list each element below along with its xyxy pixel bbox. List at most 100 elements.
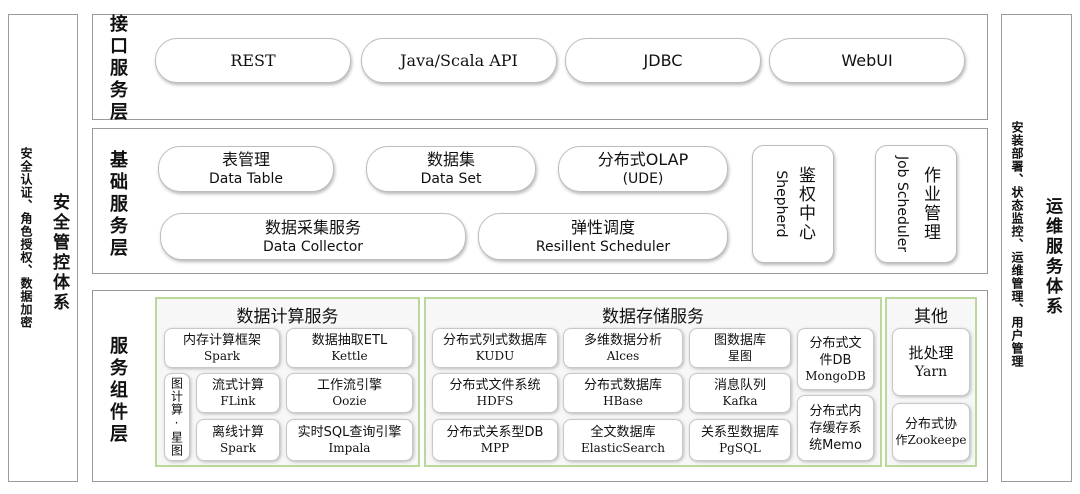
data-set-en: Data Set <box>420 171 482 187</box>
shepherd-pill: 鉴权中心 Shepherd <box>752 145 834 263</box>
alces-card: 多维数据分析 Alces <box>563 328 683 368</box>
yarn-card: 批处理 Yarn <box>892 328 970 396</box>
compute-service-title: 数据计算服务 <box>236 307 339 327</box>
flink-en: FLink <box>220 394 256 408</box>
graph-compute-card: 图计算·星图 <box>164 373 190 461</box>
memo-line1: 分布式内 <box>809 403 862 419</box>
kafka-card: 消息队列 Kafka <box>689 373 791 413</box>
pgsql-en: PgSQL <box>719 441 761 455</box>
interface-layer-label: 接口服务层 <box>107 14 128 124</box>
kudu-zh: 分布式列式数据库 <box>442 333 547 348</box>
spark-memory-en: Spark <box>203 349 241 363</box>
spark-offline-en: Spark <box>219 441 257 455</box>
kafka-en: Kafka <box>722 394 758 408</box>
kafka-zh: 消息队列 <box>713 378 766 393</box>
hdfs-zh: 分布式文件系统 <box>449 378 541 393</box>
alces-en: Alces <box>606 349 640 363</box>
spark-offline-zh: 离线计算 <box>211 425 264 440</box>
data-collector-pill: 数据采集服务 Data Collector <box>160 213 466 260</box>
ops-panel: 安装部署、状态监控、运维管理、用户管理 运维服务体系 <box>1001 14 1072 482</box>
graph-db-zh: 图数据库 <box>713 333 766 348</box>
mongodb-line2: 件DB <box>819 352 852 368</box>
data-collector-zh: 数据采集服务 <box>264 217 361 237</box>
storage-service-group: 数据存储服务 分布式列式数据库 KUDU 多维数据分析 Alces 图数据库 星… <box>424 297 882 467</box>
kettle-etl-en: Kettle <box>331 349 368 363</box>
mongodb-line1: 分布式文 <box>809 335 862 351</box>
data-table-en: Data Table <box>208 171 284 187</box>
security-title: 安全管控体系 <box>49 193 69 313</box>
elasticsearch-card: 全文数据库 ElasticSearch <box>563 419 683 461</box>
flink-card: 流式计算 FLink <box>196 373 280 413</box>
graph-db-en: 星图 <box>727 349 752 363</box>
elasticsearch-zh: 全文数据库 <box>590 425 656 440</box>
yarn-zh: 批处理 <box>908 344 954 362</box>
mpp-card: 分布式关系型DB MPP <box>432 419 558 461</box>
oozie-zh: 工作流引擎 <box>316 378 382 393</box>
data-set-pill: 数据集 Data Set <box>366 146 536 192</box>
security-panel: 安全认证、角色授权、数据加密 安全管控体系 <box>8 14 78 482</box>
hbase-zh: 分布式数据库 <box>583 378 662 393</box>
olap-pill: 分布式OLAP (UDE) <box>558 146 728 192</box>
impala-en: Impala <box>328 441 371 455</box>
resilient-scheduler-zh: 弹性调度 <box>570 217 635 237</box>
resilient-scheduler-pill: 弹性调度 Resillent Scheduler <box>478 213 728 260</box>
memo-card: 分布式内 存缓存系 统Memo <box>797 395 874 461</box>
oozie-en: Oozie <box>332 394 367 408</box>
rest-pill: REST <box>155 38 351 83</box>
kettle-etl-card: 数据抽取ETL Kettle <box>286 328 413 368</box>
webui-pill: WebUI <box>769 38 965 83</box>
spark-memory-card: 内存计算框架 Spark <box>164 328 280 368</box>
impala-zh: 实时SQL查询引擎 <box>297 425 402 440</box>
ops-items: 安装部署、状态监控、运维管理、用户管理 <box>1010 121 1024 368</box>
kudu-card: 分布式列式数据库 KUDU <box>432 328 558 368</box>
mpp-zh: 分布式关系型DB <box>446 425 544 440</box>
component-layer-label: 服务组件层 <box>107 336 128 446</box>
mongodb-card: 分布式文 件DB MongoDB <box>797 328 874 390</box>
storage-service-title: 数据存储服务 <box>602 307 704 327</box>
zookeeper-line1: 分布式协 <box>904 417 957 432</box>
spark-memory-zh: 内存计算框架 <box>182 333 261 348</box>
data-table-zh: 表管理 <box>221 150 270 169</box>
compute-service-group: 数据计算服务 内存计算框架 Spark 数据抽取ETL Kettle 图计算·星… <box>155 297 420 467</box>
oozie-card: 工作流引擎 Oozie <box>286 373 413 413</box>
memo-line3: 统Memo <box>809 437 862 453</box>
zookeeper-line2: 作Zookeepe <box>895 433 967 447</box>
resilient-scheduler-en: Resillent Scheduler <box>535 238 671 255</box>
data-set-zh: 数据集 <box>426 150 475 169</box>
data-table-pill: 表管理 Data Table <box>158 146 334 192</box>
security-items: 安全认证、角色授权、数据加密 <box>19 147 33 329</box>
other-service-group: 其他 批处理 Yarn 分布式协 作Zookeepe <box>885 297 977 467</box>
graph-compute-label: 图计算·星图 <box>169 377 184 457</box>
hbase-card: 分布式数据库 HBase <box>563 373 683 413</box>
job-scheduler-zh: 作业管理 <box>920 166 940 242</box>
spark-offline-card: 离线计算 Spark <box>196 419 280 461</box>
alces-zh: 多维数据分析 <box>583 333 662 348</box>
zookeeper-card: 分布式协 作Zookeepe <box>892 403 970 461</box>
flink-zh: 流式计算 <box>211 378 264 393</box>
jdbc-pill: JDBC <box>565 38 761 83</box>
shepherd-en: Shepherd <box>773 170 789 238</box>
job-scheduler-en: Job Scheduler <box>894 155 910 253</box>
impala-card: 实时SQL查询引擎 Impala <box>286 419 413 461</box>
olap-en: (UDE) <box>622 171 664 187</box>
elasticsearch-en: ElasticSearch <box>581 441 665 455</box>
java-scala-api-pill: Java/Scala API <box>361 38 557 83</box>
kudu-en: KUDU <box>475 349 515 363</box>
yarn-en: Yarn <box>914 364 948 380</box>
shepherd-zh: 鉴权中心 <box>795 166 815 242</box>
ops-title: 运维服务体系 <box>1042 197 1062 317</box>
data-collector-en: Data Collector <box>262 238 364 255</box>
hdfs-card: 分布式文件系统 HDFS <box>432 373 558 413</box>
kettle-etl-zh: 数据抽取ETL <box>311 333 388 348</box>
pgsql-zh: 关系型数据库 <box>700 425 779 440</box>
mongodb-line3: MongoDB <box>805 368 866 383</box>
memo-line2: 存缓存系 <box>809 420 862 436</box>
hbase-en: HBase <box>603 394 643 408</box>
olap-zh: 分布式OLAP <box>597 150 689 169</box>
job-scheduler-pill: 作业管理 Job Scheduler <box>875 145 957 263</box>
base-layer-label: 基础服务层 <box>107 150 128 260</box>
pgsql-card: 关系型数据库 PgSQL <box>689 419 791 461</box>
hdfs-en: HDFS <box>476 394 514 408</box>
graph-db-card: 图数据库 星图 <box>689 328 791 368</box>
mpp-en: MPP <box>480 441 510 455</box>
